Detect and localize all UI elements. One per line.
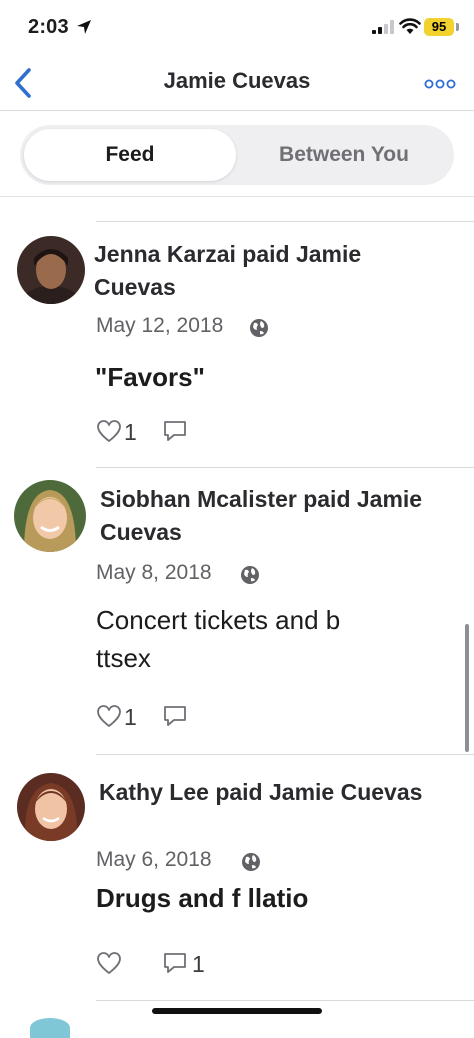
status-time: 2:03 (28, 16, 69, 38)
feed-segmented-control: Feed Between You (20, 125, 454, 185)
payment-note: Drugs and f llatio (96, 883, 309, 913)
like-count: 1 (124, 704, 137, 730)
payment-note: Concert tickets and b ttsex (96, 605, 341, 673)
battery-indicator: 95 (424, 18, 454, 36)
status-bar: 2:03 95 (0, 0, 474, 58)
payment-date: May 6, 2018 (96, 848, 212, 871)
scrollbar[interactable] (465, 624, 469, 752)
nav-divider (0, 110, 474, 111)
public-globe-icon (250, 319, 268, 337)
public-globe-icon (242, 853, 260, 871)
payment-title: Jenna Karzai paid Jamie Cuevas (94, 241, 362, 300)
page-title: Jamie Cuevas (163, 68, 311, 93)
payment-date: May 12, 2018 (96, 314, 224, 337)
heart-icon[interactable] (96, 951, 122, 975)
avatar[interactable] (17, 773, 85, 841)
avatar (30, 1018, 70, 1038)
comment-icon[interactable] (162, 951, 188, 975)
tab-between-you[interactable]: Between You (238, 129, 450, 181)
heart-icon[interactable] (96, 704, 122, 728)
cellular-signal-icon (372, 20, 394, 34)
more-options-icon[interactable] (424, 78, 456, 90)
payment-note: "Favors" (95, 362, 205, 392)
comment-count: 1 (192, 951, 205, 977)
avatar[interactable] (14, 480, 86, 552)
location-arrow-icon (77, 20, 91, 34)
nav-bar: Jamie Cuevas (0, 58, 474, 110)
battery-nub (456, 23, 459, 31)
wifi-icon (399, 18, 421, 34)
avatar[interactable] (17, 236, 85, 304)
like-count: 1 (124, 419, 137, 445)
comment-icon[interactable] (162, 419, 188, 443)
tab-feed[interactable]: Feed (24, 129, 236, 181)
payment-date: May 8, 2018 (96, 561, 212, 584)
payment-title: Kathy Lee paid Jamie Cuevas (99, 779, 423, 805)
feed-divider (96, 754, 474, 755)
heart-icon[interactable] (96, 419, 122, 443)
public-globe-icon (241, 566, 259, 584)
feed-divider (96, 221, 474, 222)
payment-title: Siobhan Mcalister paid Jamie Cuevas (100, 486, 423, 545)
home-indicator[interactable] (152, 1008, 322, 1014)
feed-divider (96, 467, 474, 468)
comment-icon[interactable] (162, 704, 188, 728)
segment-divider (0, 196, 474, 197)
feed-divider (96, 1000, 474, 1001)
